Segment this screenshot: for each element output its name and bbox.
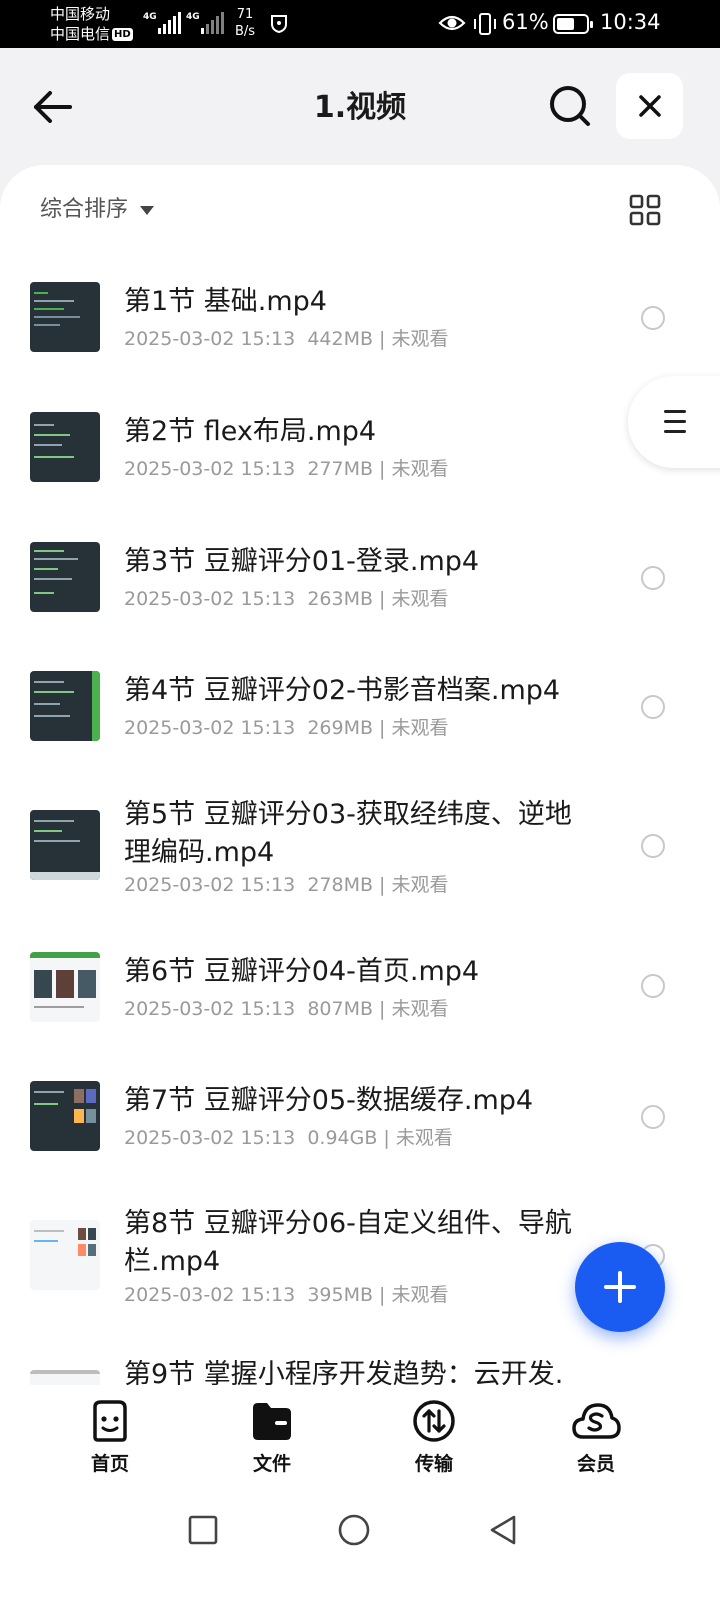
side-menu-handle[interactable]: [628, 376, 720, 468]
select-radio[interactable]: [641, 566, 665, 590]
sort-dropdown[interactable]: 综合排序: [40, 193, 155, 227]
status-bar: 中国移动 中国电信 HD 4G 4G 71 B/s 61% 10:34: [0, 0, 720, 48]
home-icon[interactable]: [337, 1513, 371, 1547]
transfer-icon: [413, 1400, 455, 1442]
signal-4g-icon-2: 4G: [186, 12, 200, 22]
vibrate-icon: [474, 13, 496, 35]
select-radio[interactable]: [641, 695, 665, 719]
hd-badge: HD: [112, 28, 133, 41]
file-name: 第1节 基础.mp4: [124, 286, 327, 317]
video-thumbnail: [30, 1370, 100, 1385]
system-nav-bar: [0, 1485, 720, 1600]
video-thumbnail: [30, 671, 100, 741]
carrier-2: 中国电信: [50, 25, 111, 43]
sort-label: 综合排序: [40, 197, 129, 222]
file-name: 第9节 掌握小程序开发趋势：云开发.: [124, 1360, 564, 1385]
file-meta: 2025-03-02 15:13 263MB | 未观看: [124, 588, 449, 610]
search-icon[interactable]: [546, 82, 594, 130]
signal-bars-icon-2: [201, 12, 224, 34]
tab-home-label: 首页: [90, 1453, 129, 1475]
tab-home[interactable]: 首页: [60, 1399, 160, 1476]
caret-down-icon: [140, 205, 155, 215]
file-meta: 2025-03-02 15:13 395MB | 未观看: [124, 1284, 449, 1306]
file-meta: 2025-03-02 15:13 278MB | 未观看: [124, 874, 449, 896]
tab-transfer[interactable]: 传输: [384, 1399, 484, 1476]
file-name: 第8节 豆瓣评分06-自定义组件、导航栏.mp4: [124, 1208, 572, 1277]
back-icon[interactable]: [488, 1514, 518, 1546]
tab-transfer-label: 传输: [414, 1453, 453, 1475]
battery-percent: 61%: [502, 10, 549, 34]
clock: 10:34: [600, 10, 661, 34]
cloud-s-icon: [572, 1403, 621, 1439]
file-name: 第7节 豆瓣评分05-数据缓存.mp4: [124, 1085, 534, 1116]
add-fab-button[interactable]: [575, 1242, 665, 1332]
tab-files[interactable]: 文件: [222, 1399, 322, 1476]
video-thumbnail: [30, 542, 100, 612]
video-thumbnail: [30, 282, 100, 352]
close-icon: [638, 95, 661, 117]
file-meta: 2025-03-02 15:13 442MB | 未观看: [124, 328, 449, 350]
select-radio[interactable]: [641, 834, 665, 858]
bottom-tab-bar: 首页 文件 传输 会员: [0, 1385, 720, 1485]
battery-icon: [553, 14, 593, 34]
hotspot-icon: [271, 15, 287, 34]
tab-membership-label: 会员: [576, 1453, 615, 1475]
signal-4g-icon: 4G: [143, 12, 157, 22]
video-thumbnail: [30, 1220, 100, 1290]
page-title: 1.视频: [313, 90, 407, 125]
file-meta: 2025-03-02 15:13 277MB | 未观看: [124, 458, 449, 480]
file-row[interactable]: 第9节 掌握小程序开发趋势：云开发.: [0, 1360, 720, 1385]
video-thumbnail: [30, 810, 100, 880]
file-name: 第3节 豆瓣评分01-登录.mp4: [124, 546, 480, 577]
close-button[interactable]: [616, 73, 683, 139]
select-radio[interactable]: [641, 974, 665, 998]
signal-bars-icon: [158, 12, 181, 34]
grid-view-icon[interactable]: [628, 193, 662, 227]
file-name: 第6节 豆瓣评分04-首页.mp4: [124, 956, 480, 987]
back-arrow-icon[interactable]: [28, 82, 78, 132]
carrier-1: 中国移动: [50, 5, 111, 23]
video-thumbnail: [30, 952, 100, 1022]
eye-icon: [438, 15, 466, 31]
video-thumbnail: [30, 412, 100, 482]
video-thumbnail: [30, 1081, 100, 1151]
file-name: 第4节 豆瓣评分02-书影音档案.mp4: [124, 675, 561, 706]
file-meta: 2025-03-02 15:13 269MB | 未观看: [124, 717, 449, 739]
file-meta: 2025-03-02 15:13 807MB | 未观看: [124, 998, 449, 1020]
recent-apps-icon[interactable]: [188, 1515, 218, 1545]
battery-fill: [557, 18, 574, 30]
select-radio[interactable]: [641, 1105, 665, 1129]
net-speed: 71 B/s: [235, 7, 256, 39]
tab-files-label: 文件: [252, 1453, 291, 1475]
file-meta: 2025-03-02 15:13 0.94GB | 未观看: [124, 1127, 453, 1149]
select-radio[interactable]: [641, 306, 665, 330]
file-name: 第5节 豆瓣评分03-获取经纬度、逆地理编码.mp4: [124, 799, 572, 868]
carrier-info: 中国移动 中国电信 HD: [50, 4, 133, 44]
smiley-icon: [93, 1400, 127, 1442]
file-name: 第2节 flex布局.mp4: [124, 416, 377, 447]
folder-icon: [253, 1403, 291, 1440]
tab-membership[interactable]: 会员: [546, 1399, 646, 1476]
